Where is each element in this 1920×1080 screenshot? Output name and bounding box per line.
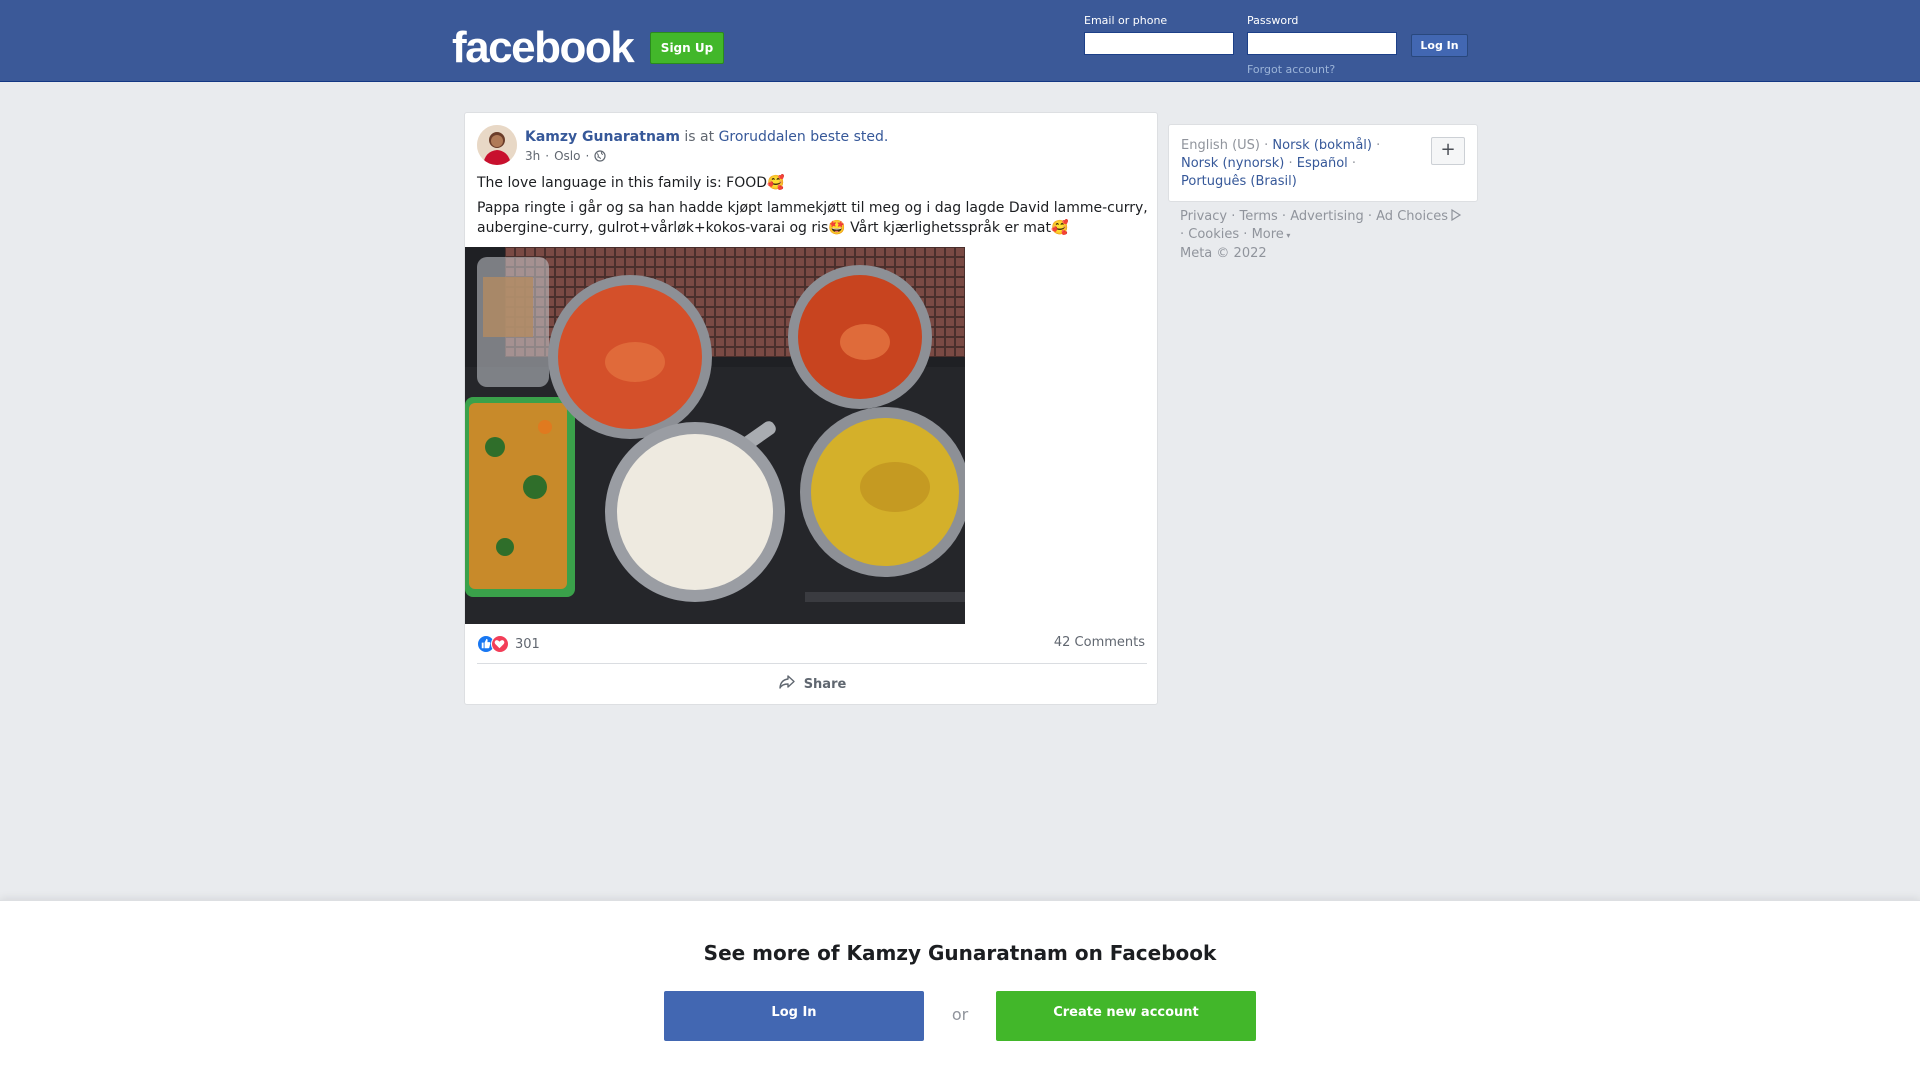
language-link[interactable]: Português (Brasil) [1181, 174, 1297, 189]
banner-login-button[interactable]: Log In [664, 991, 924, 1041]
terms-link[interactable]: Terms [1239, 209, 1277, 224]
language-link[interactable]: Norsk (nynorsk) [1181, 156, 1284, 171]
email-input[interactable] [1084, 32, 1234, 55]
banner-title: See more of Kamzy Gunaratnam on Facebook [703, 941, 1217, 965]
footer-links: Privacy · Terms · Advertising · Ad Choic… [1180, 208, 1480, 263]
meta-separator: · [585, 149, 590, 163]
meta-separator: · [545, 149, 550, 163]
language-current: English (US) [1181, 138, 1260, 153]
copyright-text: Meta © 2022 [1180, 246, 1267, 261]
share-icon [778, 674, 796, 694]
ad-choices-link[interactable]: Ad Choices [1376, 208, 1462, 224]
globe-icon [594, 150, 606, 162]
post-card: Kamzy Gunaratnam is at Groruddalen beste… [464, 112, 1158, 705]
language-selector-box: English (US) · Norsk (bokmål) · Norsk (n… [1168, 124, 1478, 202]
reaction-count: 301 [515, 636, 540, 652]
author-avatar[interactable] [477, 125, 517, 165]
language-link[interactable]: Español [1297, 156, 1348, 171]
post-meta: 3h · Oslo · [525, 148, 606, 164]
more-link[interactable]: More ▾ [1252, 227, 1291, 242]
advertising-link[interactable]: Advertising [1290, 209, 1364, 224]
email-field-group: Email or phone [1084, 14, 1234, 55]
share-button[interactable]: Share [465, 665, 1159, 703]
privacy-link[interactable]: Privacy [1180, 209, 1227, 224]
ad-choices-label: Ad Choices [1376, 209, 1448, 224]
language-link[interactable]: Norsk (bokmål) [1272, 138, 1372, 153]
author-line: Kamzy Gunaratnam is at Groruddalen beste… [525, 128, 888, 146]
love-reaction-icon [491, 635, 509, 653]
ad-choices-icon [1451, 208, 1462, 222]
language-list: English (US) · Norsk (bokmål) · Norsk (n… [1181, 138, 1381, 189]
post-text-line: Pappa ringte i går og sa han hadde kjøpt… [477, 200, 1148, 236]
share-label: Share [803, 676, 847, 692]
cookies-link[interactable]: Cookies [1188, 227, 1239, 242]
reaction-summary[interactable]: 301 [477, 635, 540, 653]
comments-count-link[interactable]: 42 Comments [1054, 635, 1145, 650]
is-at-text: is at [684, 129, 715, 145]
password-field-group: Password [1247, 14, 1397, 55]
login-button[interactable]: Log In [1411, 34, 1468, 57]
place-link[interactable]: Groruddalen beste sted. [719, 129, 889, 145]
facebook-logo[interactable]: facebook [452, 22, 635, 74]
post-location[interactable]: Oslo [554, 148, 580, 164]
post-divider [477, 663, 1147, 664]
post-text-line: The love language in this family is: FOO… [477, 175, 785, 191]
password-label: Password [1247, 14, 1299, 27]
password-input[interactable] [1247, 32, 1397, 55]
post-photo[interactable] [465, 247, 965, 624]
more-languages-button[interactable]: + [1431, 137, 1465, 165]
banner-or-text: or [951, 1005, 969, 1024]
top-navigation-bar: facebook Sign Up Email or phone Password… [0, 0, 1920, 82]
post-text: The love language in this family is: FOO… [477, 173, 1149, 243]
author-name-link[interactable]: Kamzy Gunaratnam [525, 129, 680, 145]
sign-up-button[interactable]: Sign Up [650, 32, 724, 64]
email-label: Email or phone [1084, 14, 1168, 27]
post-time[interactable]: 3h [525, 148, 540, 164]
caret-down-icon: ▾ [1283, 231, 1291, 240]
more-label: More [1251, 227, 1284, 242]
forgot-account-link[interactable]: Forgot account? [1247, 63, 1335, 76]
login-prompt-banner: See more of Kamzy Gunaratnam on Facebook… [0, 900, 1920, 1080]
create-account-button[interactable]: Create new account [996, 991, 1256, 1041]
